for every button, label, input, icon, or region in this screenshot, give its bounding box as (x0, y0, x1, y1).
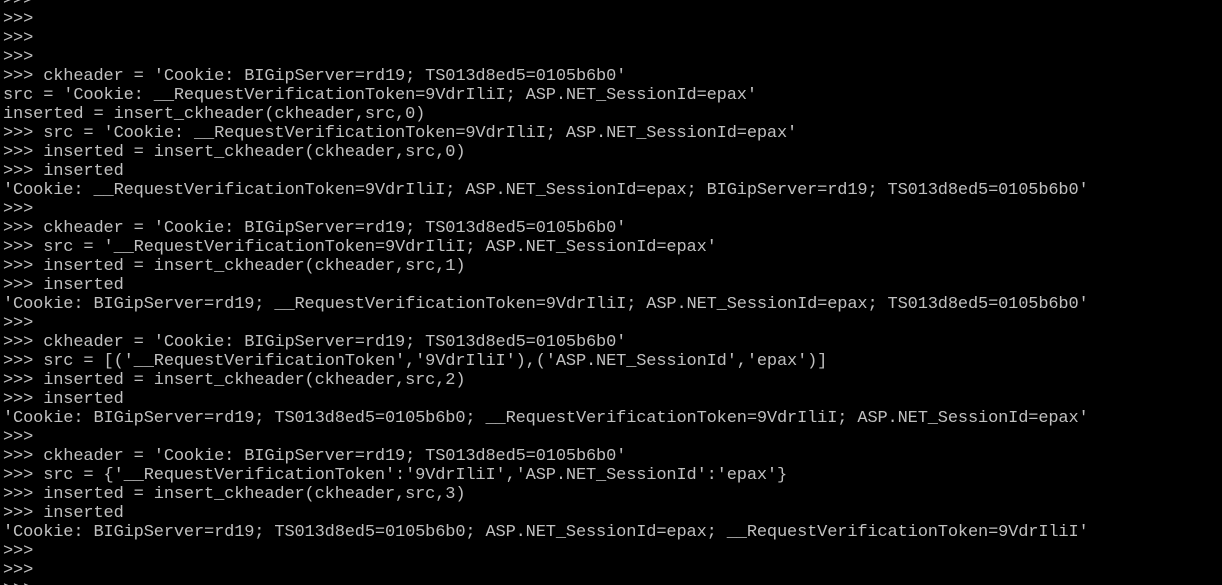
terminal-line: >>> src = 'Cookie: __RequestVerification… (3, 124, 798, 143)
terminal-line: >>> inserted = insert_ckheader(ckheader,… (3, 143, 466, 162)
terminal-line: >>> ckheader = 'Cookie: BIGipServer=rd19… (3, 67, 627, 86)
terminal-line: >>> inserted (3, 504, 124, 523)
terminal-line: src = 'Cookie: __RequestVerificationToke… (3, 86, 757, 105)
terminal-line: >>> ckheader = 'Cookie: BIGipServer=rd19… (3, 447, 627, 466)
terminal-line: >>> inserted (3, 162, 124, 181)
terminal-line: >>> inserted = insert_ckheader(ckheader,… (3, 257, 466, 276)
terminal-line: 'Cookie: BIGipServer=rd19; TS013d8ed5=01… (3, 409, 1089, 428)
terminal-line: >>> inserted = insert_ckheader(ckheader,… (3, 485, 466, 504)
terminal-line: >>> (3, 542, 34, 561)
terminal-line: >>> src = [('__RequestVerificationToken'… (3, 352, 828, 371)
terminal-line: >>> ckheader = 'Cookie: BIGipServer=rd19… (3, 333, 627, 352)
terminal-line: >>> (3, 561, 34, 580)
terminal-line: >>> (3, 314, 34, 333)
terminal-line: 'Cookie: BIGipServer=rd19; TS013d8ed5=01… (3, 523, 1089, 542)
terminal-output: >>> >>> >>> >>> >>> ckheader = 'Cookie: … (3, 0, 1222, 585)
terminal-window[interactable]: >>> >>> >>> >>> >>> ckheader = 'Cookie: … (0, 0, 1222, 585)
terminal-line: >>> inserted (3, 390, 124, 409)
terminal-line: >>> (3, 428, 34, 447)
terminal-line: >>> (3, 200, 34, 219)
terminal-line: >>> src = {'__RequestVerificationToken':… (3, 466, 788, 485)
terminal-line: >>> inserted = insert_ckheader(ckheader,… (3, 371, 466, 390)
terminal-line: >>> (3, 10, 34, 29)
terminal-line: 'Cookie: __RequestVerificationToken=9Vdr… (3, 181, 1089, 200)
terminal-line: >>> inserted (3, 276, 124, 295)
terminal-line: 'Cookie: BIGipServer=rd19; __RequestVeri… (3, 295, 1089, 314)
terminal-line: >>> (3, 29, 34, 48)
terminal-line: inserted = insert_ckheader(ckheader,src,… (3, 105, 426, 124)
terminal-line: >>> (3, 0, 34, 10)
terminal-line: >>> ckheader = 'Cookie: BIGipServer=rd19… (3, 219, 627, 238)
terminal-line: >>> (3, 48, 34, 67)
terminal-line: >>> (3, 580, 1222, 585)
terminal-line: >>> src = '__RequestVerificationToken=9V… (3, 238, 717, 257)
